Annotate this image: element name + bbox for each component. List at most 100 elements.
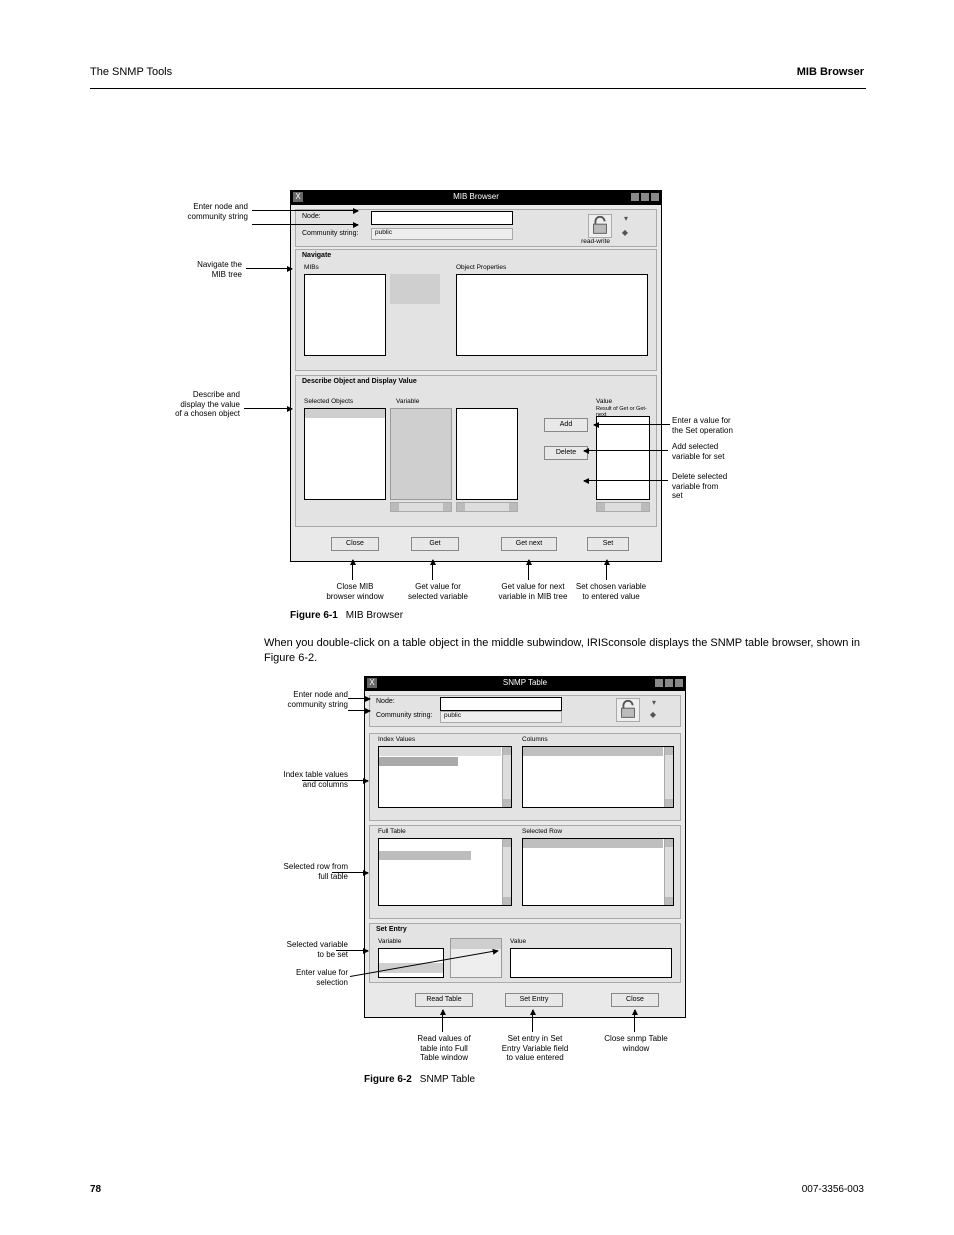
close-icon[interactable]: X (367, 678, 377, 688)
callout-add: Add selectedvariable for set (672, 442, 782, 461)
variable-label: Variable (396, 398, 419, 405)
selected-row-list[interactable] (522, 838, 674, 906)
window-titlebar: X SNMP Table (365, 677, 685, 691)
set-value-label: Value (510, 938, 526, 945)
figure2-label: Figure 6-2 (364, 1074, 412, 1085)
callout-set: Set chosen variableto entered value (556, 582, 666, 601)
arrow (584, 450, 668, 451)
chevron-down-icon[interactable]: ▾ (624, 214, 628, 223)
window-control-icons[interactable] (631, 193, 659, 201)
read-write-label: read-write (581, 238, 610, 245)
arrow (532, 1010, 533, 1032)
callout-delete: Delete selectedvariable fromset (672, 472, 782, 501)
callout-node: Enter node andcommunity string (148, 202, 248, 221)
community-input[interactable]: public (371, 228, 513, 240)
scrollbar[interactable] (456, 502, 518, 512)
columns-list[interactable] (522, 746, 674, 808)
diamond-icon[interactable]: ◆ (650, 710, 656, 719)
callout-var: Selected variableto be set (238, 940, 348, 959)
arrow (348, 698, 370, 699)
mibs-header: MIBs (304, 264, 319, 271)
node-input[interactable] (440, 697, 562, 711)
figure1-text: MIB Browser (346, 610, 403, 621)
get-button[interactable]: Get (411, 537, 459, 551)
selected-objects-box[interactable] (304, 408, 386, 500)
value-box[interactable] (596, 416, 650, 500)
arrow (252, 224, 358, 225)
arrow (584, 480, 668, 481)
running-head-left: The SNMP Tools (90, 66, 172, 78)
object-properties-header: Object Properties (456, 264, 506, 271)
arrow (432, 560, 433, 580)
arrow (528, 560, 529, 580)
selected-objects-label: Selected Objects (304, 398, 353, 405)
scrollbar[interactable] (596, 502, 650, 512)
set-entry-panel: Set Entry Variable Value (369, 923, 681, 983)
getnext-button[interactable]: Get next (501, 537, 557, 551)
close-icon[interactable]: X (293, 192, 303, 202)
read-table-button[interactable]: Read Table (415, 993, 473, 1007)
object-properties-box[interactable] (456, 274, 648, 356)
window-title: SNMP Table (503, 678, 547, 687)
connection-panel: Node: Community string: public ▾ ◆ (369, 695, 681, 727)
mib-browser-window: X MIB Browser Node: Community string: pu… (290, 190, 662, 562)
community-value: public (444, 712, 461, 719)
mibs-list[interactable] (304, 274, 386, 356)
figure-1: X MIB Browser Node: Community string: pu… (290, 190, 660, 560)
callout-get: Get value forselected variable (388, 582, 488, 601)
lock-icon[interactable] (588, 214, 612, 238)
index-values-list[interactable] (378, 746, 512, 808)
arrow (352, 560, 353, 580)
figure1-label: Figure 6-1 (290, 610, 338, 621)
navigate-panel: Navigate MIBs Object Properties (295, 249, 657, 371)
doc-number: 007-3356-003 (802, 1184, 864, 1195)
navigate-label: Navigate (302, 252, 331, 259)
variable-value-box[interactable] (456, 408, 518, 500)
arrow (348, 710, 370, 711)
arrow (606, 560, 607, 580)
snmp-table-window: X SNMP Table Node: Community string: pub… (364, 676, 686, 1018)
set-value-box[interactable] (510, 948, 672, 978)
callout-node2: Enter node andcommunity string (248, 690, 348, 709)
connection-panel: Node: Community string: public ▾ ◆ read-… (295, 209, 657, 247)
arrow (442, 1010, 443, 1032)
page-number: 78 (90, 1184, 101, 1195)
callout-value: Enter a value forthe Set operation (672, 416, 782, 435)
lock-icon[interactable] (616, 698, 640, 722)
close-button[interactable]: Close (331, 537, 379, 551)
selected-row-label: Selected Row (522, 828, 562, 835)
table-panel: Full Table Selected Row (369, 825, 681, 919)
index-panel: Index Values Columns (369, 733, 681, 821)
scrollbar[interactable] (390, 502, 452, 512)
set-variable-label: Variable (378, 938, 401, 945)
community-input[interactable]: public (440, 711, 562, 723)
full-table-list[interactable] (378, 838, 512, 906)
running-head-right: MIB Browser (797, 66, 864, 78)
describe-label: Describe Object and Display Value (302, 378, 417, 385)
arrow (246, 268, 292, 269)
window-titlebar: X MIB Browser (291, 191, 661, 205)
full-table-label: Full Table (378, 828, 406, 835)
delete-button[interactable]: Delete (544, 446, 588, 460)
callout-close2: Close snmp Tablewindow (586, 1034, 686, 1053)
set-entry-label: Set Entry (376, 926, 407, 933)
columns-label: Columns (522, 736, 548, 743)
index-label: Index Values (378, 736, 415, 743)
node-label: Node: (302, 213, 321, 220)
header-rule (90, 88, 866, 89)
set-button[interactable]: Set (587, 537, 629, 551)
node-input[interactable] (371, 211, 513, 225)
set-entry-button[interactable]: Set Entry (505, 993, 563, 1007)
node-label: Node: (376, 698, 395, 705)
arrow (252, 210, 358, 211)
close-button[interactable]: Close (611, 993, 659, 1007)
variable-description-box (390, 408, 452, 500)
add-button[interactable]: Add (544, 418, 588, 432)
callout-desc: Describe anddisplay the valueof a chosen… (130, 390, 240, 419)
window-control-icons[interactable] (655, 679, 683, 687)
set-variable-box[interactable] (378, 948, 444, 978)
callout-close: Close MIBbrowser window (310, 582, 400, 601)
chevron-down-icon[interactable]: ▾ (652, 698, 656, 707)
arrow (594, 424, 670, 425)
diamond-icon[interactable]: ◆ (622, 228, 628, 237)
